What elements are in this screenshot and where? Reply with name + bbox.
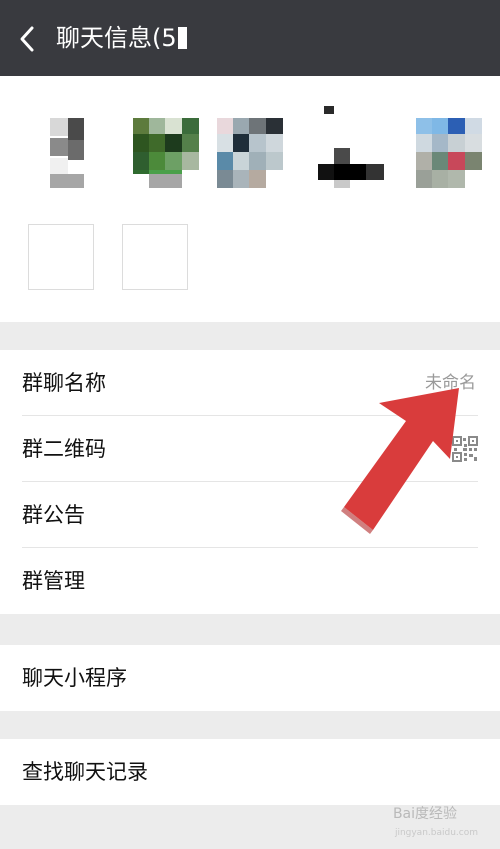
member-grid — [0, 76, 500, 322]
group-settings-section: 群聊名称 未命名 群二维码 群公告 群管理 — [0, 350, 500, 614]
back-button[interactable] — [14, 22, 44, 56]
member-avatar[interactable] — [217, 104, 283, 188]
group-name-row[interactable]: 群聊名称 未命名 — [0, 350, 500, 416]
chevron-left-icon — [20, 26, 34, 52]
member-avatar[interactable] — [133, 104, 199, 188]
search-history-section: 查找聊天记录 — [0, 739, 500, 805]
avatar-image — [133, 104, 199, 188]
group-name-value: 未命名 — [425, 373, 476, 393]
qr-code-icon — [452, 436, 478, 462]
group-qr-code-label: 群二维码 — [22, 437, 106, 461]
remove-member-button[interactable] — [122, 224, 188, 290]
group-manage-row[interactable]: 群管理 — [0, 548, 500, 614]
member-avatar[interactable] — [416, 104, 482, 188]
avatar-image — [416, 104, 482, 188]
avatar-image — [217, 104, 283, 188]
chat-mini-programs-row[interactable]: 聊天小程序 — [0, 645, 500, 711]
page-title-text: 聊天信息(5 — [56, 24, 177, 52]
member-avatar[interactable] — [36, 104, 102, 188]
title-cursor — [177, 27, 187, 49]
top-bar: 聊天信息(5 — [0, 0, 500, 76]
group-qr-code-row[interactable]: 群二维码 — [0, 416, 500, 482]
mini-programs-section: 聊天小程序 — [0, 645, 500, 711]
add-member-button[interactable] — [28, 224, 94, 290]
avatar-image — [318, 104, 384, 188]
search-chat-history-row[interactable]: 查找聊天记录 — [0, 739, 500, 805]
plus-icon — [28, 224, 94, 290]
group-manage-label: 群管理 — [22, 569, 85, 593]
page-title: 聊天信息(5 — [56, 20, 187, 56]
watermark: Bai度经验 jingyan.baidu.com — [393, 803, 478, 839]
avatar-image — [36, 104, 102, 188]
member-avatar[interactable] — [318, 104, 384, 188]
watermark-subtext: jingyan.baidu.com — [394, 828, 478, 838]
chat-mini-programs-label: 聊天小程序 — [22, 666, 127, 690]
group-announcement-label: 群公告 — [22, 503, 85, 527]
search-chat-history-label: 查找聊天记录 — [22, 760, 148, 784]
group-announcement-row[interactable]: 群公告 — [0, 482, 500, 548]
minus-icon — [122, 224, 188, 290]
watermark-text: Bai度经验 — [392, 806, 458, 822]
group-name-label: 群聊名称 — [22, 371, 106, 395]
